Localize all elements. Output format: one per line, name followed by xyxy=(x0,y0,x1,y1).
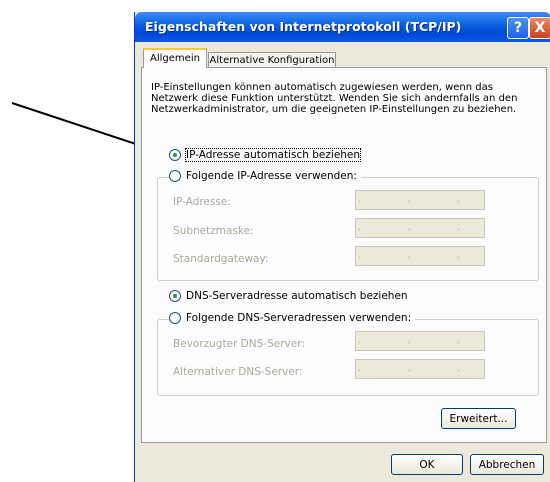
ip-manual-label: Folgende IP-Adresse verwenden: xyxy=(186,170,357,182)
default-gateway-label: Standardgateway: xyxy=(173,253,269,265)
ip-auto-option[interactable]: IP-Adresse automatisch beziehen xyxy=(169,148,362,162)
ip-auto-label: IP-Adresse automatisch beziehen xyxy=(184,148,362,162)
preferred-dns-input[interactable]: . . . xyxy=(355,331,485,351)
subnet-mask-label: Subnetzmaske: xyxy=(173,225,254,237)
close-button[interactable]: X xyxy=(529,17,550,39)
alternate-dns-input[interactable]: . . . xyxy=(355,359,485,379)
ip-manual-radio[interactable] xyxy=(169,170,181,182)
advanced-button[interactable]: Erweitert... xyxy=(441,408,516,429)
title-bar[interactable]: Eigenschaften von Internetprotokoll (TCP… xyxy=(135,12,550,42)
subnet-mask-input[interactable]: . . . xyxy=(355,218,485,238)
dns-manual-radio[interactable] xyxy=(169,312,181,324)
dialog-title: Eigenschaften von Internetprotokoll (TCP… xyxy=(145,19,462,34)
help-button[interactable]: ? xyxy=(507,17,529,39)
cancel-button[interactable]: Abbrechen xyxy=(470,454,544,475)
tab-alternative-configuration[interactable]: Alternative Konfiguration xyxy=(208,52,336,68)
alternate-dns-label: Alternativer DNS-Server: xyxy=(173,366,303,378)
dns-auto-radio[interactable] xyxy=(169,290,181,302)
ip-address-input[interactable]: . . . xyxy=(355,190,485,210)
dns-manual-option[interactable]: Folgende DNS-Serveradressen verwenden: xyxy=(169,312,416,324)
description-text: IP-Einstellungen können automatisch zuge… xyxy=(151,82,518,115)
tab-general[interactable]: Allgemein xyxy=(143,48,207,68)
preferred-dns-label: Bevorzugter DNS-Server: xyxy=(173,338,305,350)
tcpip-properties-dialog: Eigenschaften von Internetprotokoll (TCP… xyxy=(134,12,550,482)
dns-auto-label: DNS-Serveradresse automatisch beziehen xyxy=(186,290,408,302)
dns-manual-label: Folgende DNS-Serveradressen verwenden: xyxy=(186,312,412,324)
ok-button[interactable]: OK xyxy=(391,454,463,475)
ip-manual-option[interactable]: Folgende IP-Adresse verwenden: xyxy=(169,170,361,182)
dns-auto-option[interactable]: DNS-Serveradresse automatisch beziehen xyxy=(169,290,408,302)
ip-address-label: IP-Adresse: xyxy=(173,196,231,208)
ip-auto-radio[interactable] xyxy=(169,149,181,161)
default-gateway-input[interactable]: . . . xyxy=(355,246,485,266)
